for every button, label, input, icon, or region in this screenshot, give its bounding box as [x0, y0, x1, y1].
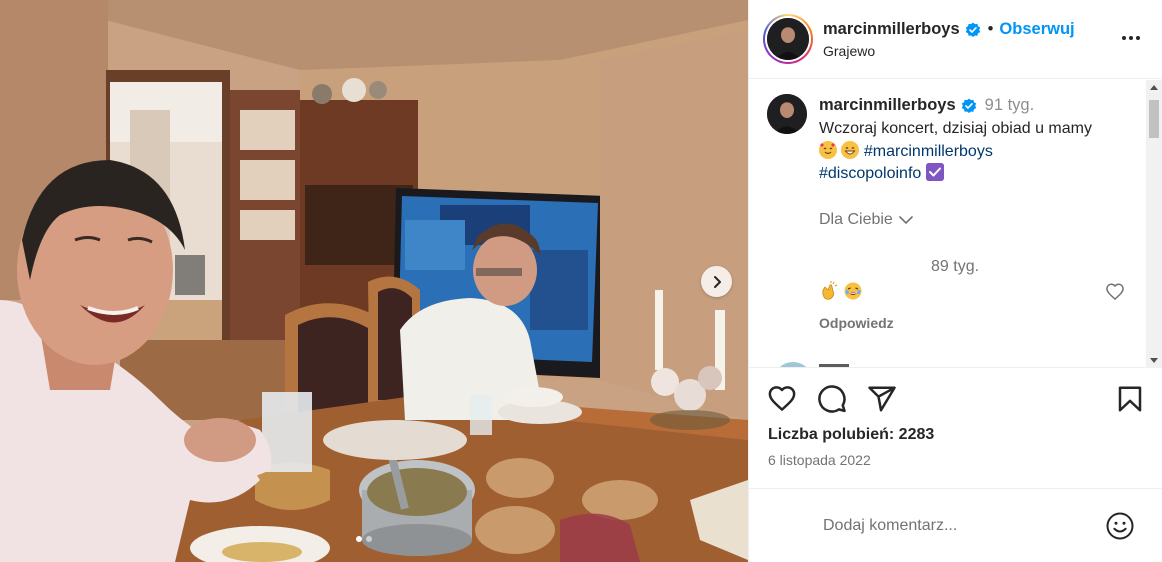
header-username[interactable]: marcinmillerboys — [823, 20, 960, 39]
comment-text — [819, 281, 863, 301]
emoji-picker-button[interactable] — [1105, 511, 1135, 541]
more-horizontal-icon — [1122, 36, 1140, 40]
caption-time[interactable]: 91 tyg. — [985, 96, 1035, 115]
comment-like-button[interactable] — [1105, 282, 1125, 302]
separator-dot: • — [987, 20, 994, 38]
hashtag-link[interactable]: #marcinmillerboys — [864, 143, 993, 160]
chevron-right-icon — [713, 275, 721, 288]
post-side-panel: marcinmillerboys • Obserwuj Grajewo marc… — [748, 0, 1162, 562]
carousel-dot — [366, 536, 372, 542]
caption-text: Wczoraj koncert, dzisiaj obiad u mamy #m… — [819, 118, 1139, 186]
likes-count[interactable]: Liczba polubień: 2283 — [768, 426, 934, 444]
follow-button[interactable]: Obserwuj — [999, 20, 1074, 39]
dinner-photo — [0, 0, 748, 562]
comment-button[interactable] — [817, 384, 847, 414]
heart-icon — [1106, 283, 1124, 301]
caption-line: Wczoraj koncert, dzisiaj obiad u mamy — [819, 120, 1092, 137]
carousel-next-button[interactable] — [701, 266, 732, 297]
chevron-down-icon — [899, 216, 913, 225]
add-comment-bar — [749, 488, 1162, 562]
post-date[interactable]: 6 listopada 2022 — [768, 452, 871, 468]
smiling-face-with-hearts-icon — [819, 140, 837, 159]
next-comment-username[interactable] — [819, 364, 849, 367]
comment-input[interactable] — [823, 513, 1093, 539]
location-link[interactable]: Grajewo — [823, 43, 875, 59]
scrollbar-thumb[interactable] — [1149, 100, 1159, 138]
grinning-face-icon — [841, 140, 860, 159]
post-header: marcinmillerboys • Obserwuj Grajewo — [749, 0, 1162, 79]
save-button[interactable] — [1115, 384, 1145, 414]
comment-filter-label: Dla Ciebie — [819, 211, 893, 228]
scroll-down-arrow-icon[interactable] — [1150, 358, 1158, 363]
comment-icon — [818, 385, 846, 413]
comment-time[interactable]: 89 tyg. — [931, 258, 979, 276]
laughing-face-icon — [844, 282, 862, 300]
comment-filter-dropdown[interactable]: Dla Ciebie — [819, 211, 913, 229]
like-button[interactable] — [767, 384, 797, 414]
share-button[interactable] — [867, 384, 897, 414]
verified-badge-icon — [961, 98, 977, 114]
post-photo[interactable] — [0, 0, 748, 562]
story-ring[interactable] — [763, 14, 813, 64]
carousel-dot-active — [356, 536, 362, 542]
post-actions — [749, 380, 1162, 420]
share-icon — [868, 386, 896, 412]
profile-photo-icon — [767, 18, 809, 60]
heart-icon — [768, 386, 796, 411]
hashtag-link[interactable]: #discopoloinfo — [819, 165, 921, 182]
caption-avatar[interactable] — [767, 94, 807, 134]
check-mark-button-icon — [925, 163, 944, 181]
smiley-icon — [1106, 512, 1134, 540]
avatar — [767, 18, 809, 60]
caption-username[interactable]: marcinmillerboys — [819, 96, 956, 115]
verified-badge-icon — [965, 22, 981, 38]
carousel-indicator — [356, 536, 372, 542]
bookmark-icon — [1118, 386, 1142, 412]
comments-scrollbar[interactable] — [1146, 80, 1162, 368]
more-options-button[interactable] — [1117, 28, 1145, 48]
scroll-up-arrow-icon[interactable] — [1150, 85, 1158, 90]
profile-photo-icon — [767, 94, 807, 134]
clapping-hands-icon — [822, 281, 838, 300]
reply-button[interactable]: Odpowiedz — [819, 315, 894, 331]
comments-section[interactable]: marcinmillerboys 91 tyg. Wczoraj koncert… — [749, 80, 1162, 368]
next-comment-avatar[interactable] — [773, 362, 813, 367]
